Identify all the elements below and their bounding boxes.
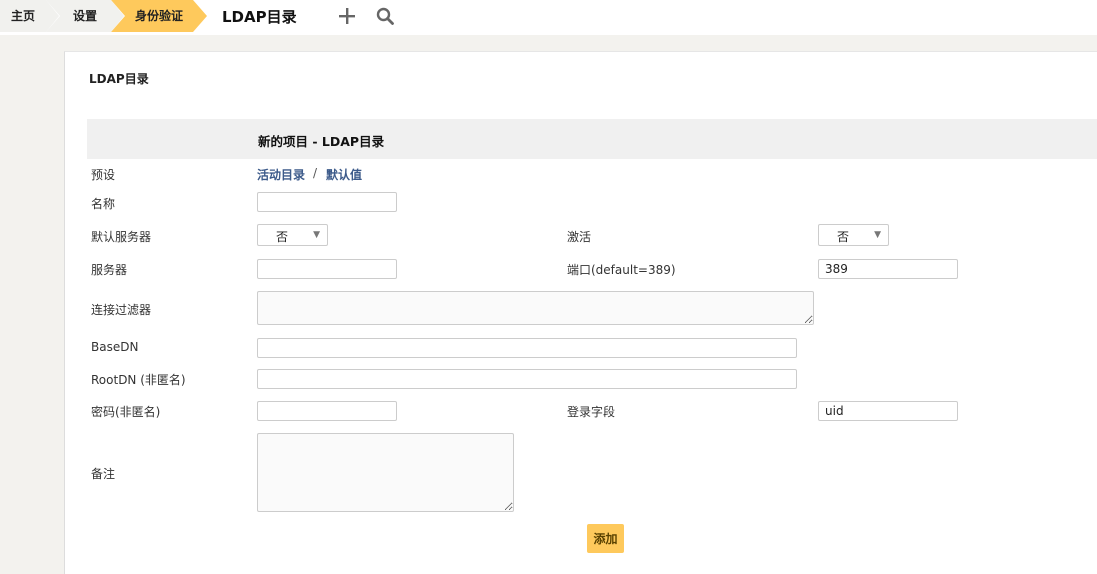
form-header-title: 新的项目 - LDAP目录	[258, 134, 385, 149]
name-label: 名称	[91, 197, 116, 211]
login-field-label: 登录字段	[567, 405, 616, 419]
panel-title: LDAP目录	[89, 72, 149, 86]
default-server-value: 否	[276, 230, 289, 244]
preset-label: 预设	[91, 168, 116, 182]
server-label: 服务器	[91, 263, 128, 277]
breadcrumb-auth-label: 身份验证	[135, 9, 184, 23]
server-input[interactable]	[257, 259, 397, 279]
login-field-input[interactable]	[818, 401, 958, 421]
comment-label: 备注	[91, 467, 116, 481]
chevron-down-icon: ▼	[874, 230, 881, 240]
search-icon[interactable]	[376, 7, 394, 25]
breadcrumb: 主页 设置 身份验证 LDAP目录	[0, 0, 1097, 35]
rootdn-label: RootDN (非匿名)	[91, 373, 186, 387]
password-label: 密码(非匿名)	[91, 405, 161, 419]
port-input[interactable]	[818, 259, 958, 279]
breadcrumb-home[interactable]: 主页	[0, 0, 60, 32]
add-button[interactable]: 添加	[587, 524, 624, 553]
ldap-form-panel: LDAP目录 新的项目 - LDAP目录 预设 活动目录 / 默认值 名称 默认…	[64, 51, 1097, 574]
breadcrumb-settings-label: 设置	[73, 9, 98, 23]
connection-filter-textarea[interactable]	[257, 291, 814, 325]
add-icon[interactable]	[338, 7, 356, 25]
active-select[interactable]: 否 ▼	[818, 224, 889, 246]
page-title: LDAP目录	[222, 8, 297, 26]
chevron-down-icon: ▼	[313, 230, 320, 240]
basedn-input[interactable]	[257, 338, 797, 358]
default-server-select[interactable]: 否 ▼	[257, 224, 328, 246]
rootdn-input[interactable]	[257, 369, 797, 389]
active-value: 否	[837, 230, 850, 244]
form-header: 新的项目 - LDAP目录	[87, 119, 1097, 159]
password-input[interactable]	[257, 401, 397, 421]
connection-filter-label: 连接过滤器	[91, 303, 152, 317]
name-input[interactable]	[257, 192, 397, 212]
basedn-label: BaseDN	[91, 340, 139, 354]
preset-separator: /	[313, 166, 318, 180]
port-label: 端口(default=389)	[567, 263, 676, 277]
default-server-label: 默认服务器	[91, 230, 152, 244]
comment-textarea[interactable]	[257, 433, 514, 512]
preset-active-directory-link[interactable]: 活动目录	[257, 166, 305, 183]
breadcrumb-home-label: 主页	[11, 9, 36, 23]
active-label: 激活	[567, 230, 592, 244]
preset-default-link[interactable]: 默认值	[326, 166, 362, 183]
